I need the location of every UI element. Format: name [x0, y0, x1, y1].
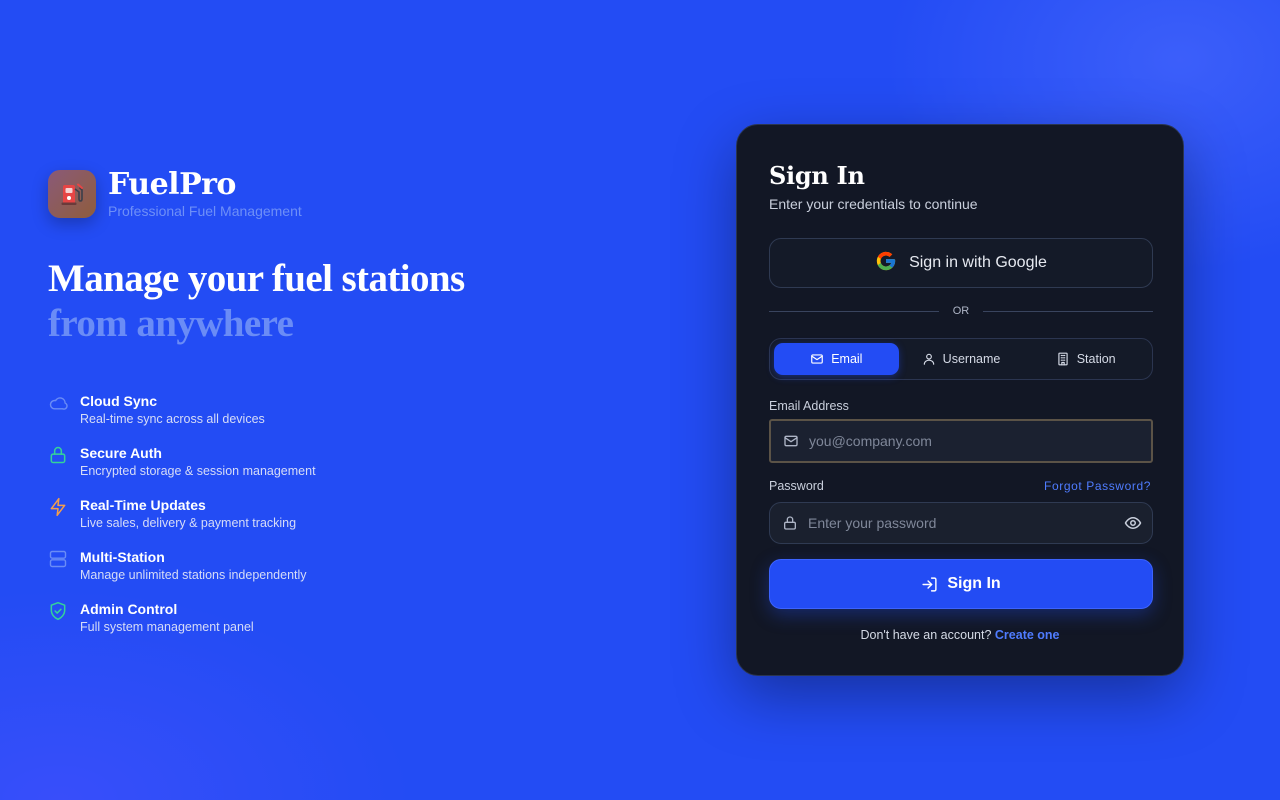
google-sign-in-button[interactable]: Sign in with Google	[769, 238, 1153, 288]
login-method-tabs: Email Username Station	[769, 338, 1153, 380]
hero-heading: Manage your fuel stations from anywhere	[48, 256, 465, 346]
mail-icon	[811, 354, 824, 364]
divider-line	[983, 310, 1153, 312]
cloud-icon	[48, 393, 68, 413]
signup-text: Don't have an account?	[860, 628, 992, 642]
user-icon	[923, 353, 934, 365]
feature-desc: Live sales, delivery & payment tracking	[80, 516, 297, 530]
mail-icon	[784, 435, 798, 447]
google-icon	[875, 250, 897, 277]
forgot-password-link[interactable]: Forgot Password?	[1044, 479, 1151, 493]
tab-label: Station	[1076, 352, 1116, 366]
feature-title: Cloud Sync	[80, 393, 158, 409]
feature-title: Multi-Station	[80, 549, 165, 565]
feature-desc: Encrypted storage & session management	[80, 464, 316, 478]
building-icon	[1058, 352, 1068, 366]
email-label: Email Address	[769, 399, 849, 413]
sign-in-button-label: Sign In	[947, 575, 1001, 592]
password-label: Password	[769, 479, 824, 493]
sign-in-button[interactable]: Sign In	[769, 559, 1153, 609]
feature-admin-control: Admin Control Full system management pan…	[48, 601, 316, 653]
feature-desc: Manage unlimited stations independently	[80, 568, 307, 582]
brand-tagline: Professional Fuel Management	[108, 203, 302, 219]
server-icon	[48, 549, 68, 569]
create-account-link[interactable]: Create one	[995, 628, 1060, 642]
password-field[interactable]	[769, 502, 1153, 544]
feature-title: Admin Control	[80, 601, 178, 617]
card-title: Sign In	[769, 161, 865, 190]
shield-check-icon	[48, 601, 68, 621]
google-button-label: Sign in with Google	[909, 254, 1047, 271]
feature-desc: Full system management panel	[80, 620, 254, 634]
feature-desc: Real-time sync across all devices	[80, 412, 265, 426]
tab-email[interactable]: Email	[774, 343, 899, 375]
login-icon	[922, 576, 937, 592]
tab-label: Email	[831, 352, 863, 366]
email-field[interactable]	[769, 419, 1153, 463]
signup-prompt: Don't have an account? Create one	[737, 628, 1183, 642]
feature-cloud-sync: Cloud Sync Real-time sync across all dev…	[48, 393, 316, 445]
feature-multi-station: Multi-Station Manage unlimited stations …	[48, 549, 316, 601]
or-divider: OR	[769, 303, 1153, 319]
feature-secure-auth: Secure Auth Encrypted storage & session …	[48, 445, 316, 497]
feature-list: Cloud Sync Real-time sync across all dev…	[48, 393, 316, 653]
divider-text: OR	[952, 305, 970, 317]
fuel-pump-icon	[48, 170, 96, 218]
card-subtitle: Enter your credentials to continue	[769, 196, 978, 212]
eye-icon[interactable]	[1124, 514, 1142, 537]
feature-title: Real-Time Updates	[80, 497, 206, 513]
password-input[interactable]	[808, 515, 1098, 531]
brand-name: FuelPro	[108, 167, 236, 202]
hero-line-2: from anywhere	[48, 302, 294, 345]
tab-username[interactable]: Username	[899, 343, 1024, 375]
feature-real-time-updates: Real-Time Updates Live sales, delivery &…	[48, 497, 316, 549]
sign-in-card: Sign In Enter your credentials to contin…	[736, 124, 1184, 676]
tab-station[interactable]: Station	[1023, 343, 1148, 375]
divider-line	[769, 310, 939, 312]
email-input[interactable]	[809, 433, 1099, 449]
brand: FuelPro Professional Fuel Management	[48, 169, 302, 219]
hero-line-1: Manage your fuel stations	[48, 257, 465, 300]
lightning-icon	[48, 497, 68, 517]
tab-label: Username	[942, 352, 1001, 366]
lock-icon	[784, 516, 796, 530]
lock-icon	[48, 445, 68, 465]
feature-title: Secure Auth	[80, 445, 162, 461]
